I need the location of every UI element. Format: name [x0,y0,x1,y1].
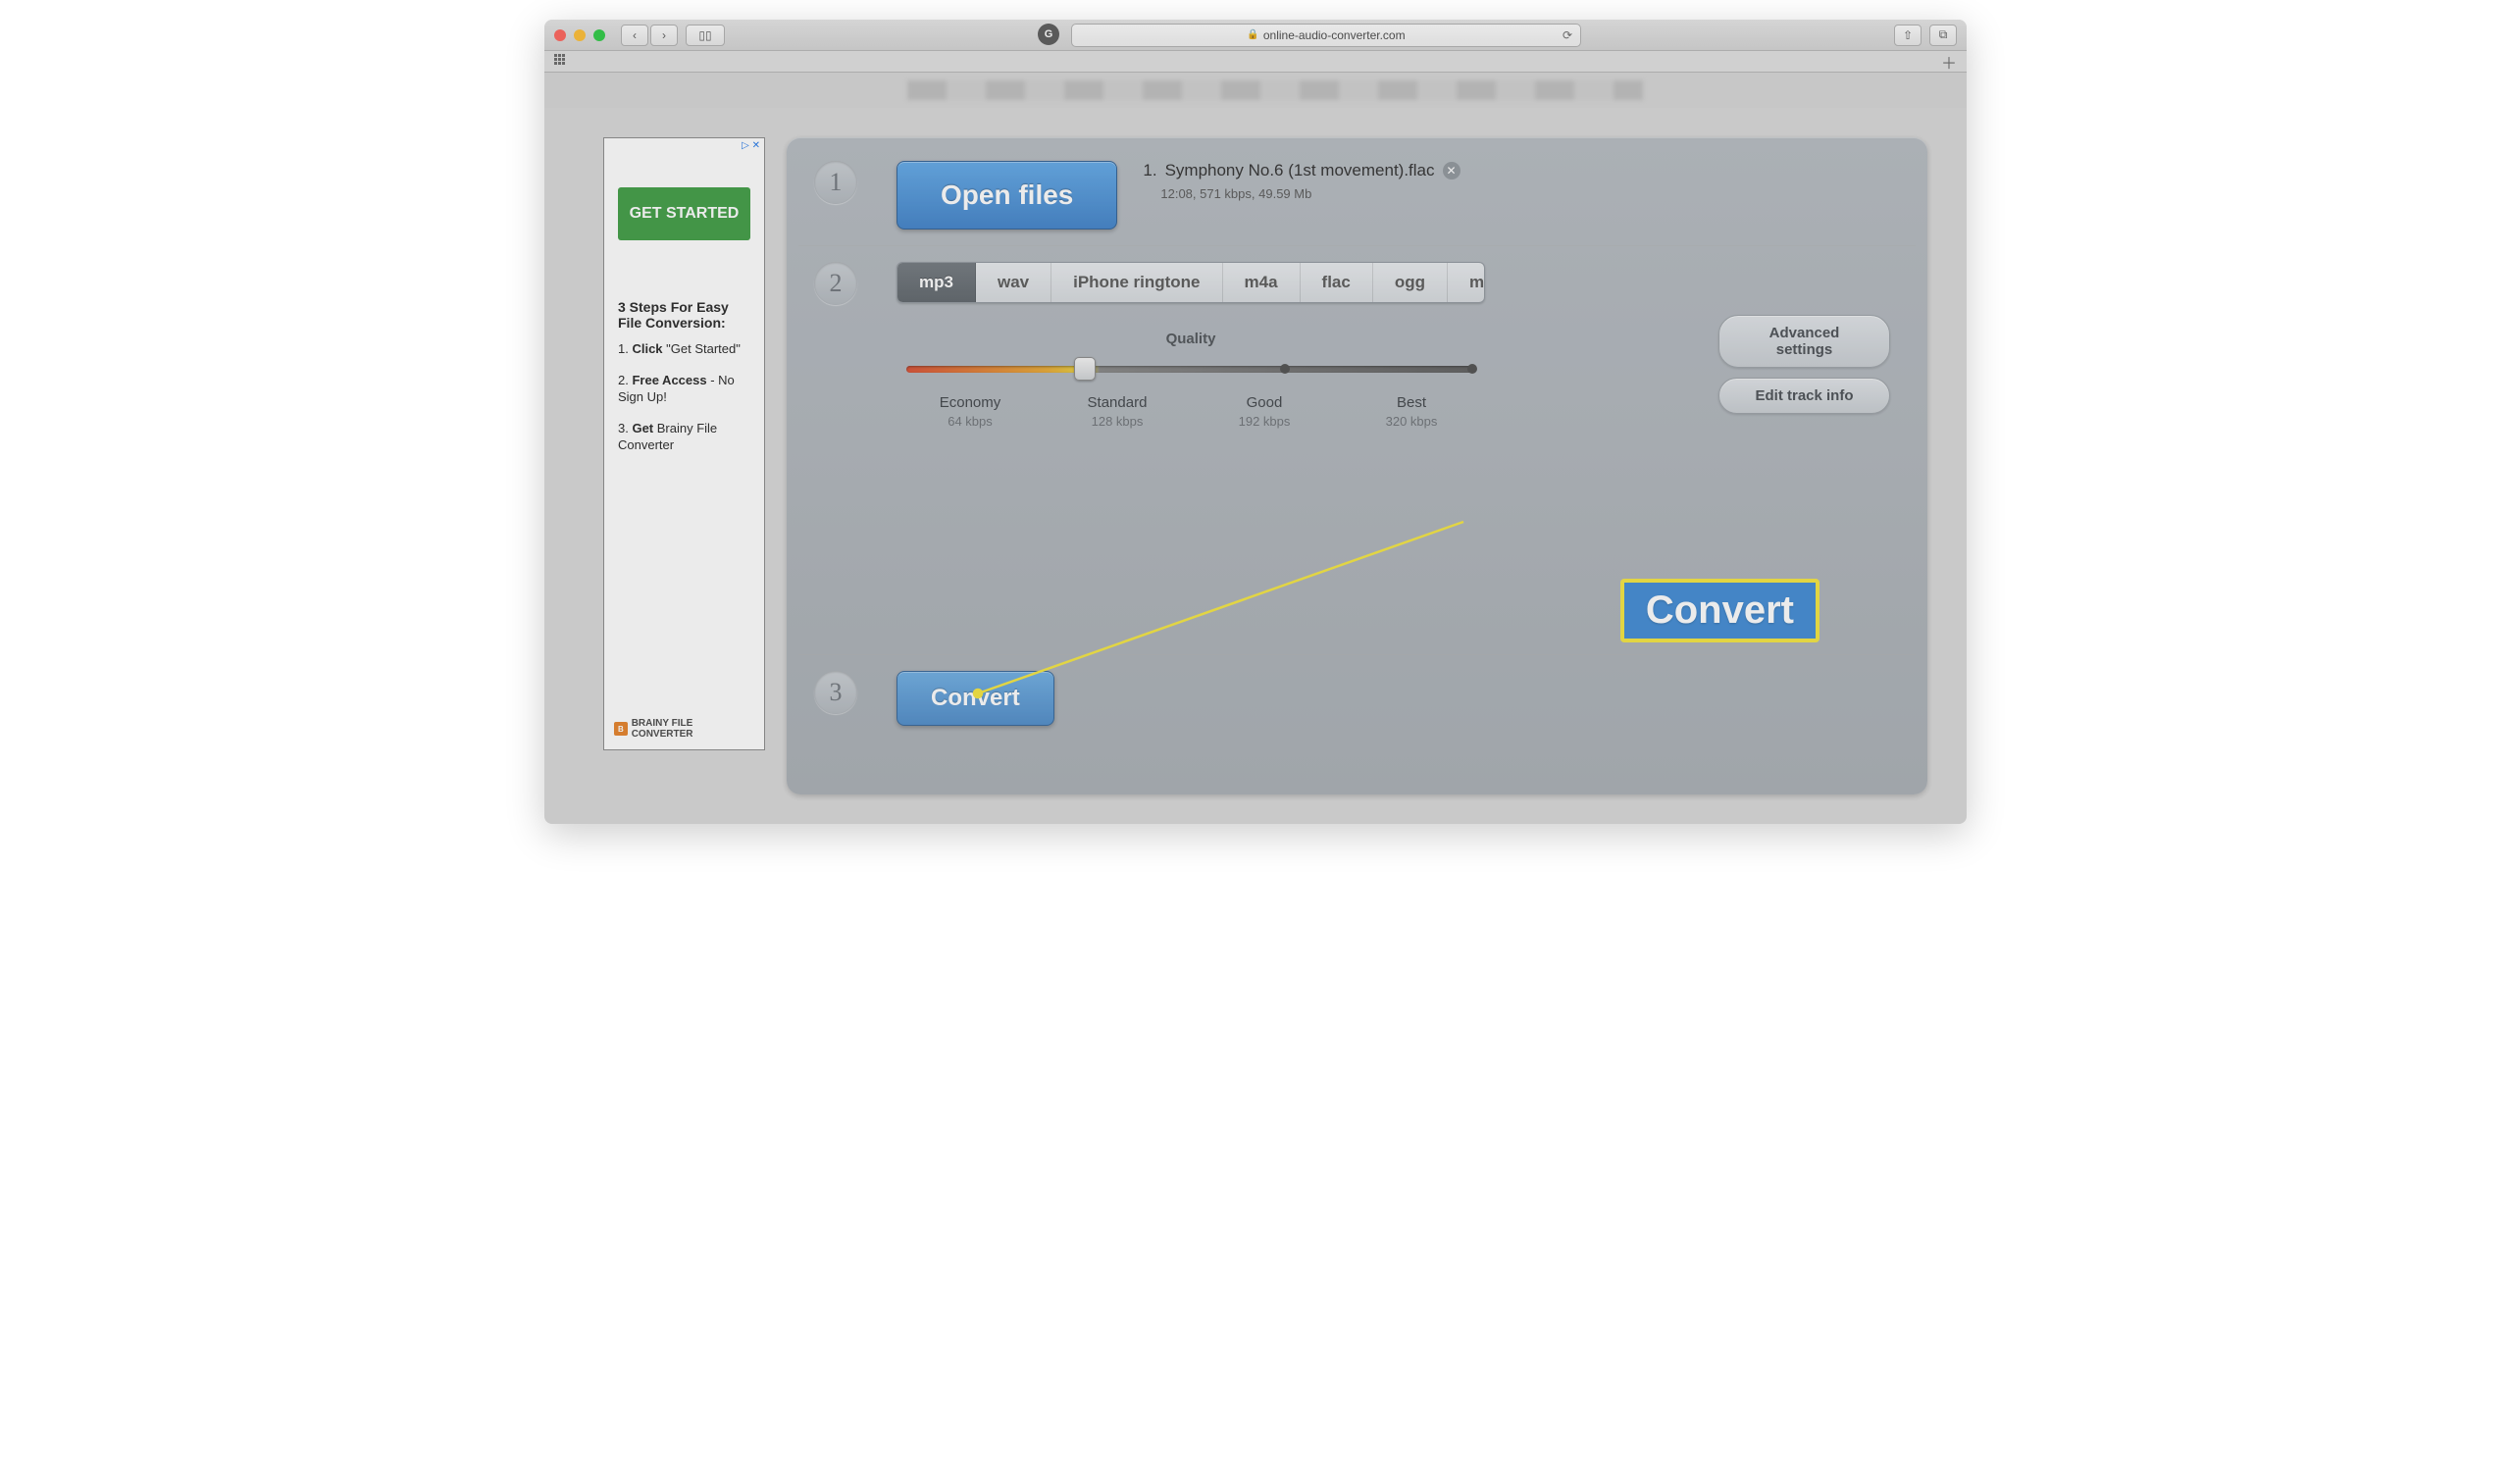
format-tab-flac[interactable]: flac [1301,263,1373,302]
open-files-button[interactable]: Open files [897,161,1117,230]
quality-block: Quality Economy 64 kbps [897,331,1485,429]
step-3-number: 3 [814,671,857,714]
advanced-settings-button[interactable]: Advanced settings [1718,315,1890,368]
ad-copy: 3 Steps For Easy File Conversion: 1. Cli… [614,299,754,468]
format-tab-mp3[interactable]: mp3 [897,263,976,302]
favorites-bar: ＋ [544,51,1967,73]
url-text: online-audio-converter.com [1263,28,1406,42]
file-meta: 12:08, 571 kbps, 49.59 Mb [1160,186,1460,201]
ad-brand-icon: B [614,722,628,736]
address-bar[interactable]: 🔒 online-audio-converter.com ⟳ [1071,24,1581,47]
fullscreen-window-icon[interactable] [593,29,605,41]
quality-standard: Standard 128 kbps [1044,394,1191,429]
ad-step1: 1. Click "Get Started" [618,340,750,358]
new-tab-button[interactable]: ＋ [1941,50,1957,74]
safari-window: ‹ › ▯▯ G 🔒 online-audio-converter.com ⟳ … [544,20,1967,824]
format-tab-ogg[interactable]: ogg [1373,263,1448,302]
page-body: ▷ ✕ GET STARTED 3 Steps For Easy File Co… [544,108,1967,824]
ad-step2: 2. Free Access - No Sign Up! [618,372,750,406]
edit-track-info-button[interactable]: Edit track info [1718,378,1890,414]
convert-button[interactable]: Convert [897,671,1054,726]
quality-labels: Economy 64 kbps Standard 128 kbps Good 1… [897,394,1485,429]
tabs-button[interactable]: ⧉ [1929,25,1957,46]
format-tab-m4a[interactable]: m4a [1223,263,1301,302]
file-name: Symphony No.6 (1st movement).flac [1165,161,1435,180]
minimize-window-icon[interactable] [574,29,586,41]
quality-best: Best 320 kbps [1338,394,1485,429]
quality-good: Good 192 kbps [1191,394,1338,429]
annotation-callout: Convert [1620,579,1819,642]
blurred-header [544,73,1967,108]
slider-thumb[interactable] [1074,357,1096,381]
step-1-row: 1 Open files 1. Symphony No.6 (1st movem… [794,145,1920,245]
format-tab-wav[interactable]: wav [976,263,1051,302]
file-info: 1. Symphony No.6 (1st movement).flac ✕ 1… [1143,161,1460,201]
close-window-icon[interactable] [554,29,566,41]
ad-marker[interactable]: ▷ ✕ [742,140,760,151]
side-buttons: Advanced settings Edit track info [1718,315,1890,414]
format-tab-more[interactable]: more ▲▼ [1448,263,1485,302]
file-index: 1. [1143,161,1156,180]
step-3-row: 3 Convert [794,655,1920,742]
back-button[interactable]: ‹ [621,25,648,46]
lock-icon: 🔒 [1247,29,1258,40]
ad-heading: 3 Steps For Easy File Conversion: [618,299,750,331]
remove-file-icon[interactable]: ✕ [1443,162,1460,179]
titlebar: ‹ › ▯▯ G 🔒 online-audio-converter.com ⟳ … [544,20,1967,51]
quality-label: Quality [897,331,1485,347]
reload-icon[interactable]: ⟳ [1563,28,1572,42]
step-2-row: 2 mp3 wav iPhone ringtone m4a flac ogg m… [794,246,1920,458]
quality-economy: Economy 64 kbps [897,394,1044,429]
converter-panel: 1 Open files 1. Symphony No.6 (1st movem… [787,137,1927,794]
step-1-number: 1 [814,161,857,204]
ad-step3: 3. Get Brainy File Converter [618,420,750,454]
step-2-number: 2 [814,262,857,305]
format-tabs: mp3 wav iPhone ringtone m4a flac ogg mor… [897,262,1485,303]
ad-sidebar: ▷ ✕ GET STARTED 3 Steps For Easy File Co… [603,137,765,750]
quality-slider[interactable] [897,357,1485,381]
ad-brand: B BRAINY FILE CONVERTER [614,718,754,740]
sidebar-toggle-button[interactable]: ▯▯ [686,25,725,46]
ad-cta-button[interactable]: GET STARTED [618,187,751,240]
nav-buttons: ‹ › [621,25,678,46]
window-controls [554,29,605,41]
site-settings-icon[interactable]: G [1038,24,1059,45]
forward-button[interactable]: › [650,25,678,46]
format-tab-iphone[interactable]: iPhone ringtone [1051,263,1222,302]
share-button[interactable]: ⇧ [1894,25,1922,46]
apps-grid-icon[interactable] [554,54,570,70]
